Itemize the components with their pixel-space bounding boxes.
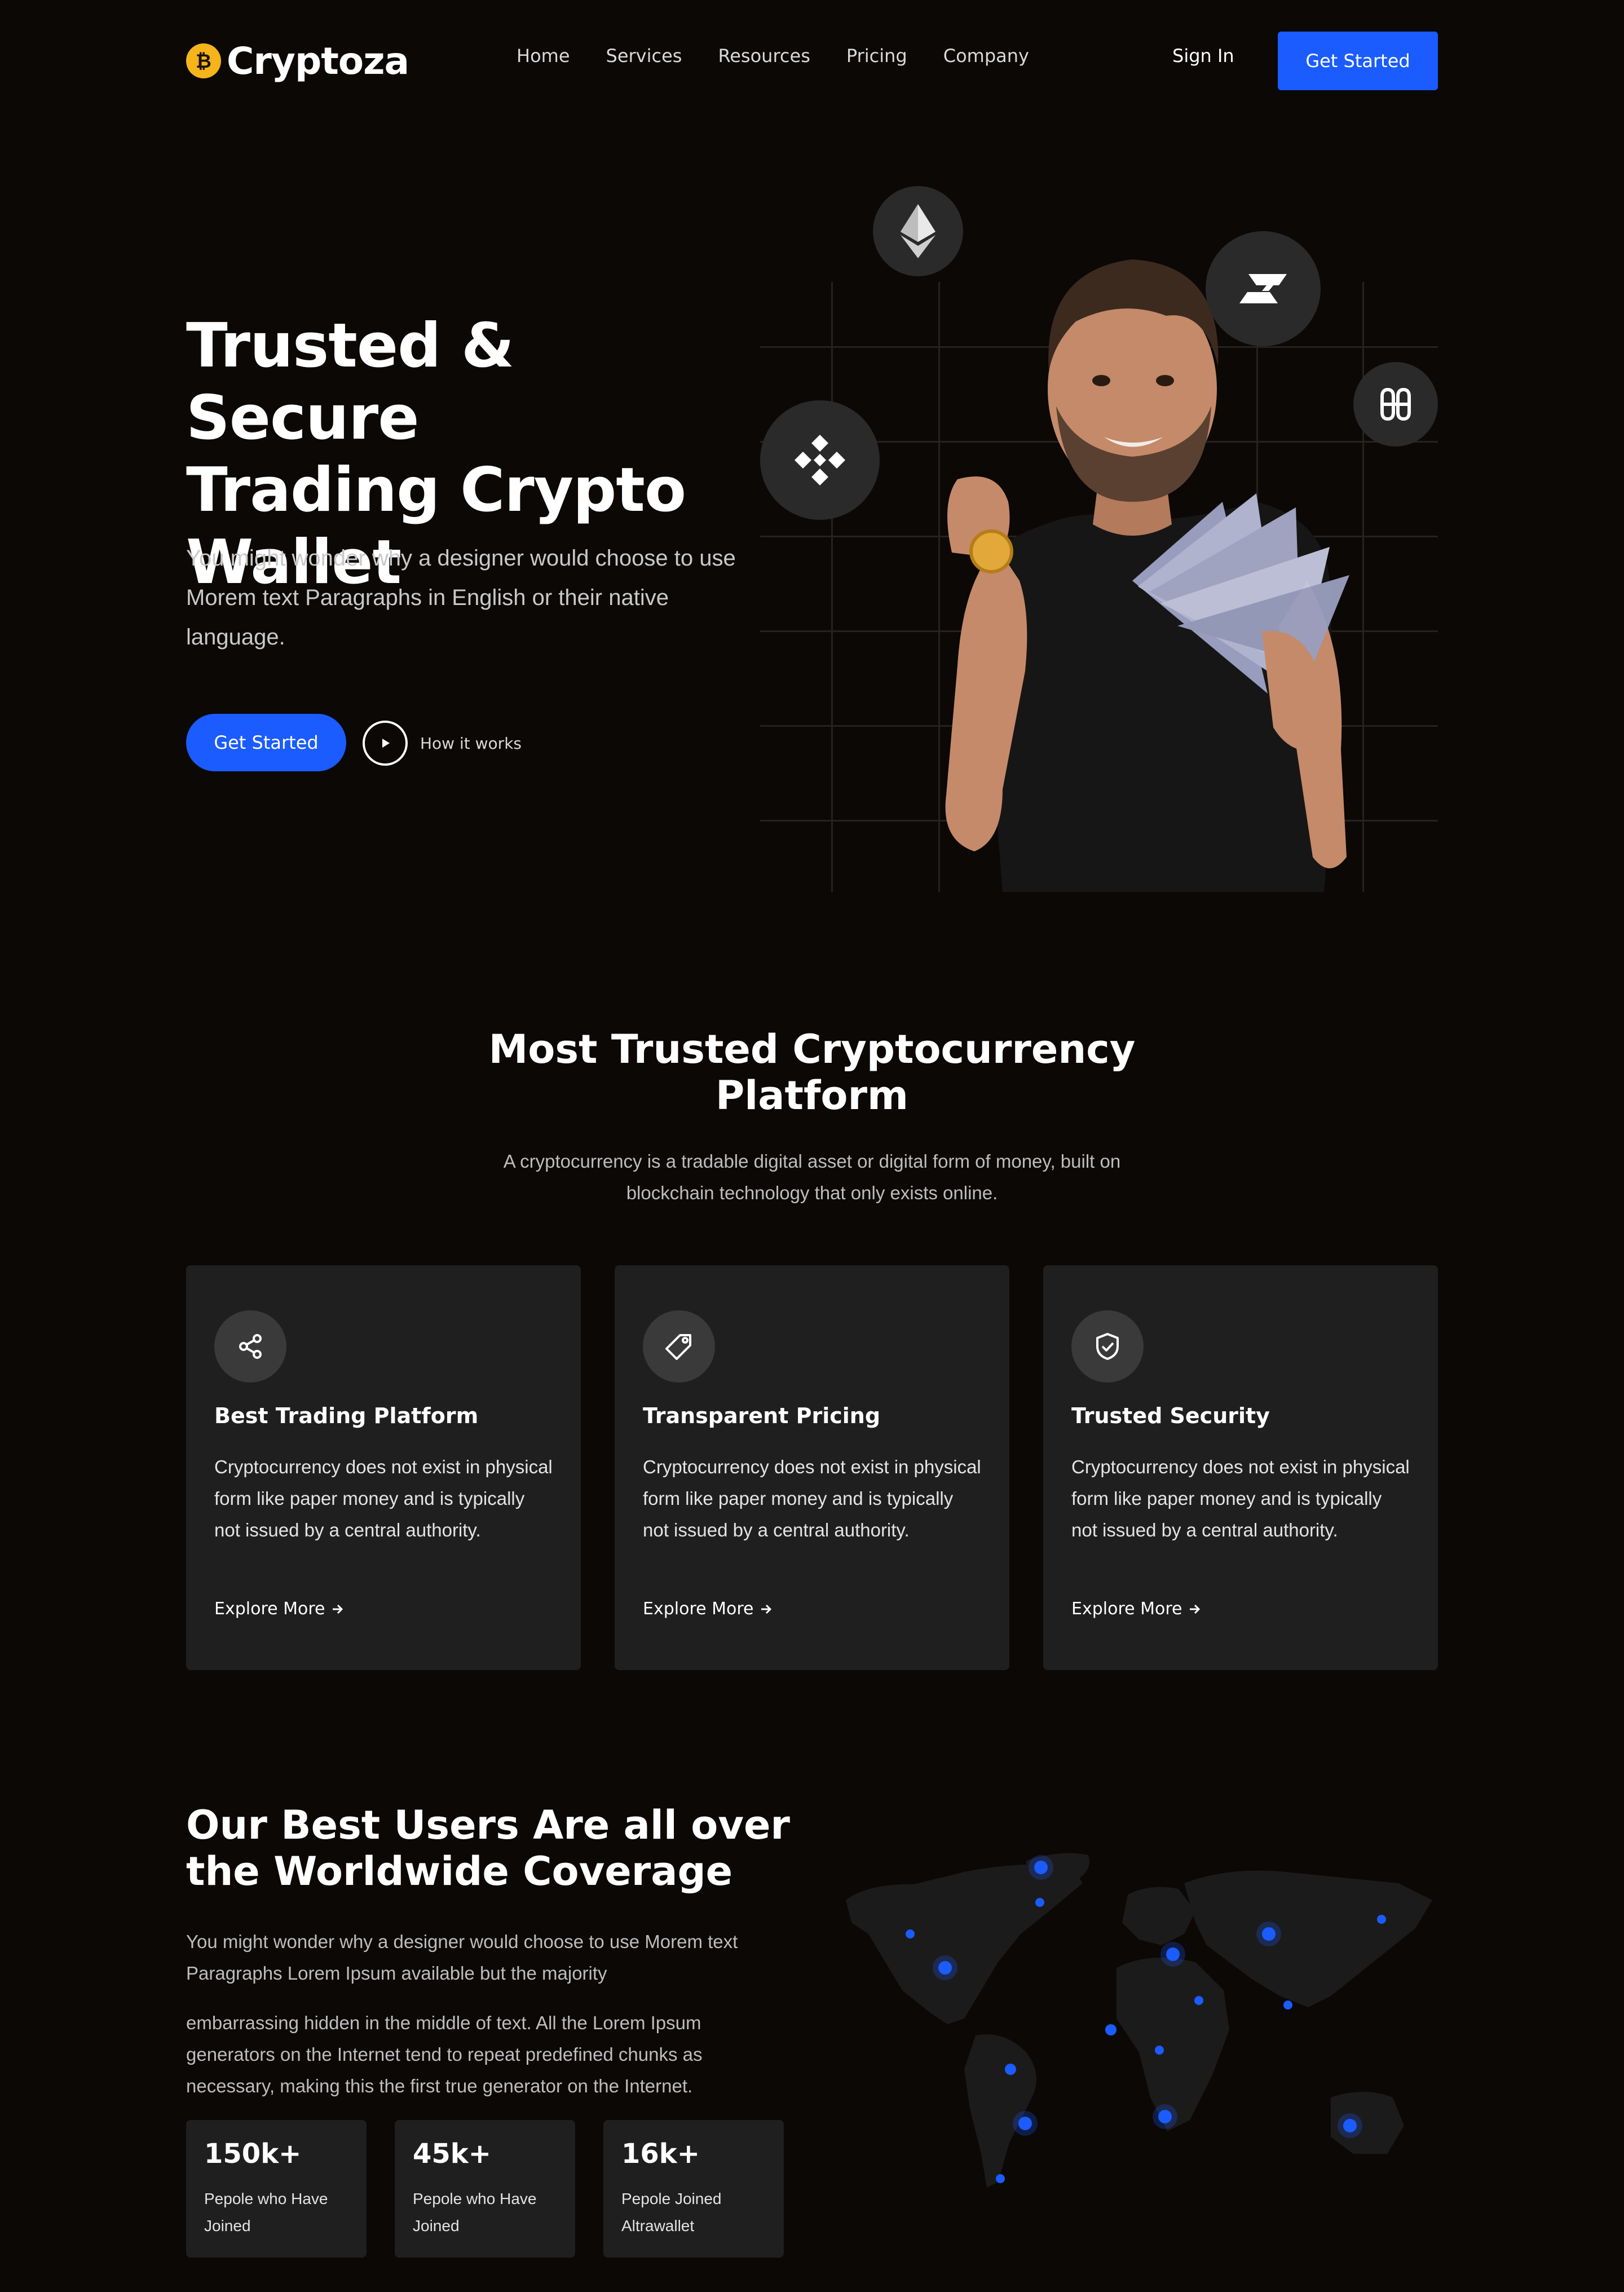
svg-text:₿: ₿	[196, 50, 211, 73]
hero-title-line: Trusted & Secure	[186, 311, 514, 453]
play-icon	[363, 721, 408, 766]
sign-in-link[interactable]: Sign In	[1172, 45, 1234, 67]
feature-card: Transparent Pricing Cryptocurrency does …	[615, 1265, 1009, 1670]
nav-get-started-button[interactable]: Get Started	[1278, 32, 1438, 90]
card-title: Best Trading Platform	[214, 1403, 479, 1428]
horizen-icon	[1206, 231, 1321, 346]
card-text: Cryptocurrency does not exist in physica…	[643, 1456, 981, 1540]
hero-visual	[760, 186, 1438, 892]
arrow-right-icon	[333, 1604, 343, 1614]
section-description-trusted: A cryptocurrency is a tradable digital a…	[503, 1151, 1121, 1203]
hero-title-line: Trading Crypto	[186, 455, 686, 525]
hero-get-started-button[interactable]: Get Started	[186, 714, 346, 771]
explore-more-link[interactable]: Explore More	[643, 1599, 774, 1619]
card-title: Transparent Pricing	[643, 1403, 881, 1428]
explore-more-link[interactable]: Explore More	[214, 1599, 345, 1619]
stat-value: 45k+	[413, 2138, 491, 2170]
card-text: Cryptocurrency does not exist in physica…	[1071, 1456, 1410, 1540]
harmony-icon	[1353, 362, 1438, 447]
nav-link-services[interactable]: Services	[606, 45, 682, 67]
brand-name: Cryptoza	[227, 39, 409, 83]
nav-link-resources[interactable]: Resources	[718, 45, 810, 67]
explore-more-label: Explore More	[214, 1599, 325, 1619]
bitcoin-logo-icon: ₿	[186, 43, 221, 78]
stat-label: Pepole who Have Joined	[413, 2190, 537, 2234]
binance-icon	[760, 400, 880, 520]
share-icon	[214, 1310, 286, 1383]
worldwide-paragraph: You might wonder why a designer would ch…	[186, 1931, 738, 1984]
explore-more-label: Explore More	[643, 1599, 754, 1619]
ethereum-icon	[873, 186, 963, 276]
card-text: Cryptocurrency does not exist in physica…	[214, 1456, 553, 1540]
stat-label: Pepole who Have Joined	[204, 2190, 328, 2234]
section-title-trusted: Most Trusted Cryptocurrency Platform	[488, 1026, 1136, 1119]
hero-description: You might wonder why a designer would ch…	[186, 546, 736, 650]
stat-label: Pepole Joined Altrawallet	[621, 2190, 722, 2234]
explore-more-link[interactable]: Explore More	[1071, 1599, 1202, 1619]
how-it-works-button[interactable]: How it works	[363, 719, 522, 767]
worldwide-paragraph: embarrassing hidden in the middle of tex…	[186, 2012, 703, 2096]
card-title: Trusted Security	[1071, 1403, 1270, 1428]
feature-card: Trusted Security Cryptocurrency does not…	[1043, 1265, 1438, 1670]
arrow-right-icon	[761, 1604, 772, 1614]
shield-check-icon	[1071, 1310, 1144, 1383]
how-it-works-label: How it works	[420, 734, 522, 753]
stat-card: 16k+ Pepole Joined Altrawallet	[603, 2120, 784, 2258]
tag-icon	[643, 1310, 715, 1383]
world-map	[846, 1853, 1432, 2188]
nav-link-home[interactable]: Home	[517, 45, 570, 67]
stat-value: 150k+	[204, 2138, 302, 2170]
nav-link-company[interactable]: Company	[943, 45, 1029, 67]
stat-value: 16k+	[621, 2138, 700, 2170]
feature-card: Best Trading Platform Cryptocurrency doe…	[186, 1265, 581, 1670]
brand-logo[interactable]: ₿ Cryptoza	[186, 33, 409, 89]
main-nav: Home Services Resources Pricing Company	[517, 45, 1029, 67]
nav-link-pricing[interactable]: Pricing	[846, 45, 907, 67]
man-holding-cash-illustration	[945, 259, 1349, 892]
stat-card: 45k+ Pepole who Have Joined	[395, 2120, 575, 2258]
arrow-right-icon	[1190, 1604, 1201, 1614]
section-title-worldwide: Our Best Users Are all over the Worldwid…	[186, 1802, 790, 1894]
explore-more-label: Explore More	[1071, 1599, 1182, 1619]
stat-card: 150k+ Pepole who Have Joined	[186, 2120, 367, 2258]
